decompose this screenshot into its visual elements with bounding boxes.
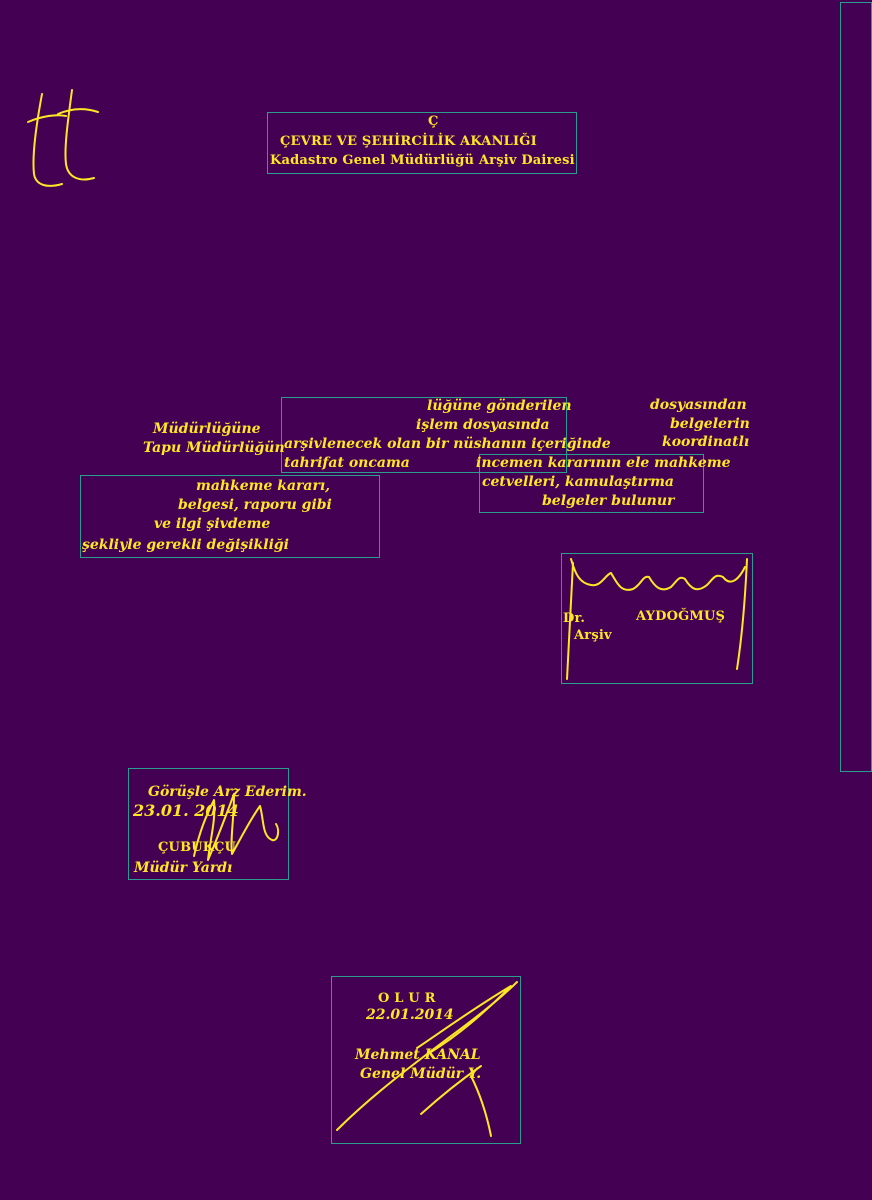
right-edge-box [840, 2, 872, 772]
body-lower-left-line1: mahkeme kararı, [196, 478, 331, 494]
signature-1-title: Arşiv [574, 628, 612, 643]
approval-2-name: Mehmet KANAL [355, 1047, 481, 1063]
body-left-line2: Tapu Müdürlüğün [143, 440, 285, 456]
approval-2-title: Genel Müdür Y. [360, 1066, 482, 1082]
tt-logo-icon [27, 89, 99, 187]
body-middle-right-line1: incemen kararının ele mahkeme [476, 455, 731, 471]
body-upper-line3: arşivlenecek olan bir nüshanın içeriğind… [284, 436, 611, 452]
header-line1: Ç [428, 114, 439, 129]
body-right-line2: belgelerin [670, 416, 750, 432]
body-lower-left-line2: belgesi, raporu gibi [178, 497, 332, 513]
approval-1-name: ÇUBUKÇU [158, 840, 237, 855]
signature-1-prefix: Dr. [563, 611, 586, 626]
approval-1-title: Müdür Yardı [134, 860, 233, 876]
body-lower-left-line3: ve ilgi şivdeme [154, 516, 271, 532]
body-right-line3: koordinatlı [662, 434, 750, 450]
body-lower-left-line4: şekliyle gerekli değişikliği [82, 537, 289, 553]
signature-1-name: AYDOĞMUŞ [636, 609, 726, 624]
body-upper-line1: lüğüne gönderilen [427, 398, 572, 414]
approval-1-signature [193, 793, 280, 861]
ministry-title: ÇEVRE VE ŞEHİRCİLİK AKANLIĞI [280, 134, 537, 149]
body-middle-right-line3: belgeler bulunur [542, 493, 675, 509]
department-title: Kadastro Genel Müdürlüğü Arşiv Dairesi [270, 153, 575, 168]
body-middle-right-line2: cetvelleri, kamulaştırma [482, 474, 675, 490]
body-left-line1: Müdürlüğüne [153, 421, 261, 437]
body-upper-line2: işlem dosyasında [416, 417, 550, 433]
body-right-line1: dosyasından [650, 397, 747, 413]
body-upper-line4: tahrifat oncama [284, 455, 410, 471]
